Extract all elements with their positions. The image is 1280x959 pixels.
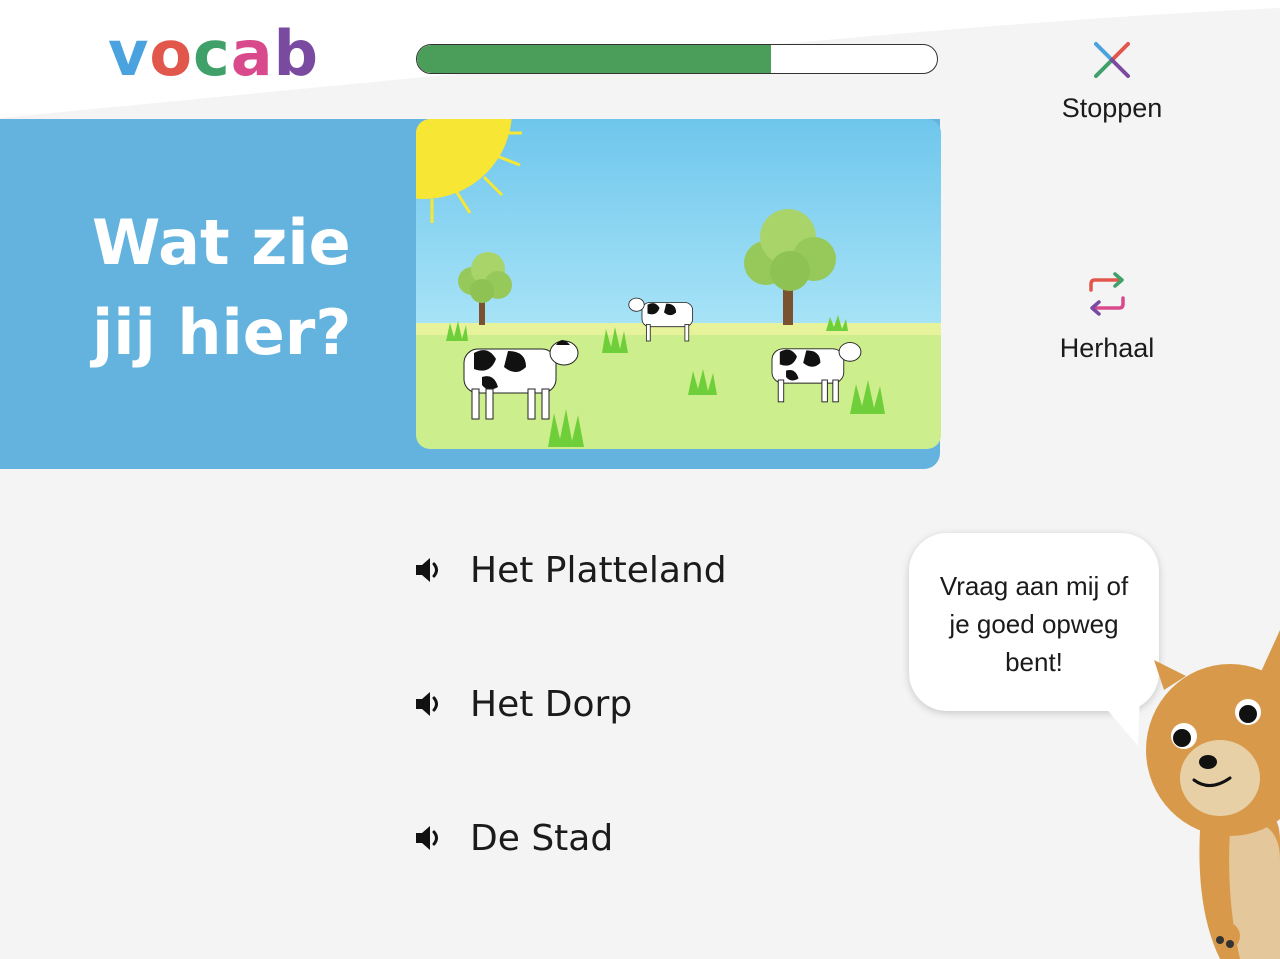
question-line: Wat zie bbox=[92, 206, 351, 279]
answer-option[interactable]: De Stad bbox=[412, 808, 613, 868]
answer-option[interactable]: Het Dorp bbox=[412, 674, 632, 734]
progress-fill bbox=[417, 45, 771, 73]
speech-line: je goed opweg bbox=[949, 609, 1119, 639]
repeat-button[interactable]: Herhaal bbox=[1037, 270, 1177, 364]
progress-bar bbox=[416, 44, 938, 74]
countryside-image bbox=[416, 119, 941, 449]
answer-label: Het Dorp bbox=[470, 683, 633, 725]
mascot-speech-bubble[interactable]: Vraag aan mij of je goed opweg bent! bbox=[909, 533, 1159, 711]
logo-letter: b bbox=[273, 17, 320, 90]
answer-label: De Stad bbox=[470, 817, 614, 859]
logo-letter: v bbox=[108, 17, 150, 90]
question-title: Wat zie jij hier? bbox=[92, 198, 392, 378]
logo-letter: o bbox=[149, 17, 194, 90]
stop-label: Stoppen bbox=[1061, 93, 1163, 123]
speech-line: Vraag aan mij of bbox=[939, 571, 1129, 601]
stop-button[interactable]: Stoppen bbox=[1042, 40, 1182, 124]
speaker-icon[interactable] bbox=[412, 553, 446, 587]
question-line: jij hier? bbox=[92, 296, 352, 369]
repeat-icon bbox=[1089, 272, 1125, 316]
answer-label: Het Platteland bbox=[470, 549, 727, 591]
answer-option[interactable]: Het Platteland bbox=[412, 540, 727, 600]
close-icon bbox=[1094, 42, 1130, 78]
logo-letter: c bbox=[193, 17, 231, 90]
logo-letter: a bbox=[230, 17, 274, 90]
speaker-icon[interactable] bbox=[412, 687, 446, 721]
vocab-logo: vocab bbox=[108, 14, 319, 94]
speech-line: bent! bbox=[1005, 647, 1063, 677]
speaker-icon[interactable] bbox=[412, 821, 446, 855]
dog-mascot[interactable] bbox=[1140, 630, 1280, 959]
repeat-label: Herhaal bbox=[1059, 333, 1155, 363]
